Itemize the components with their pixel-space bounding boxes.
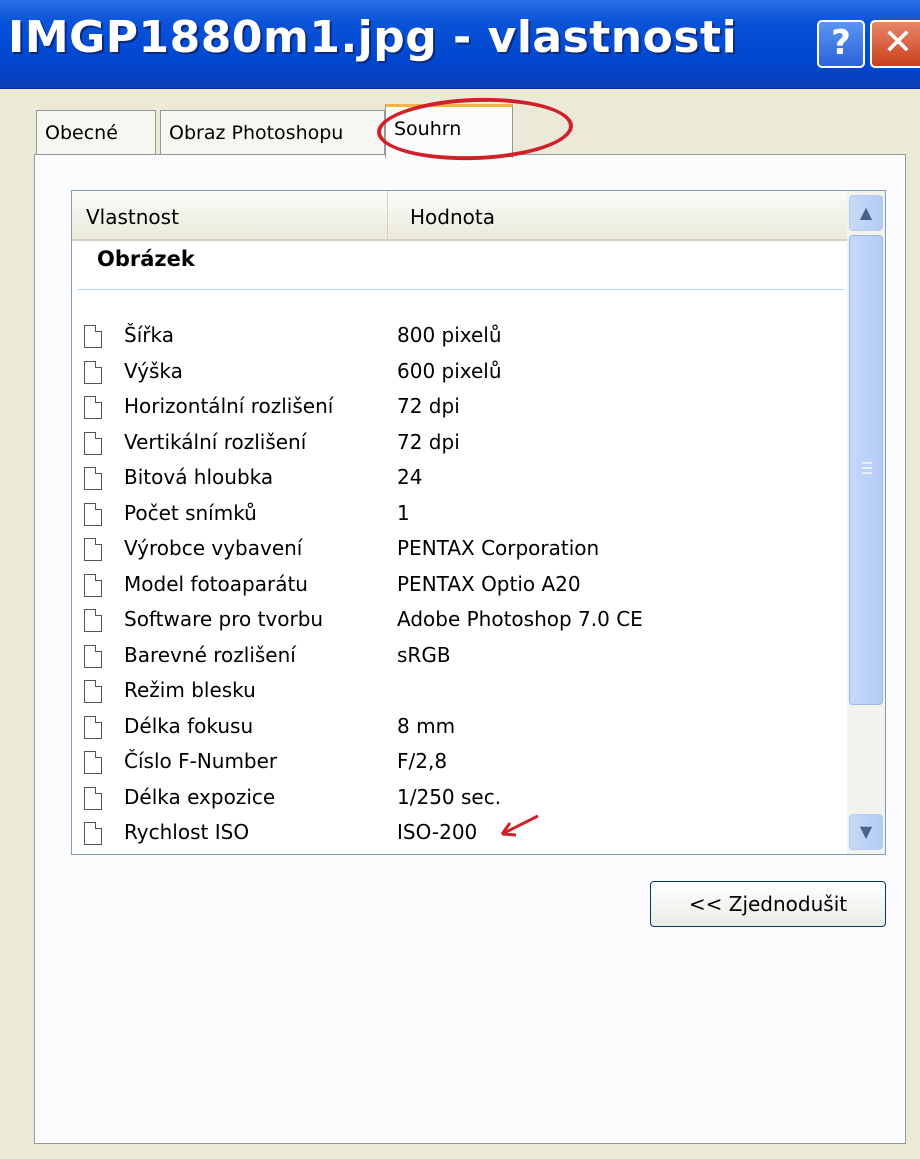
vertical-scrollbar[interactable]: ▲ ▼ — [847, 191, 885, 854]
document-icon — [84, 680, 102, 703]
property-value: sRGB — [397, 642, 451, 667]
scroll-up-button[interactable]: ▲ — [849, 195, 883, 231]
table-row[interactable]: Režim měřeníVzorek — [72, 852, 847, 855]
property-value: 72 dpi — [397, 429, 460, 454]
document-icon — [84, 644, 102, 668]
scroll-thumb[interactable] — [849, 235, 883, 705]
properties-list[interactable]: Vlastnost Hodnota Obrázek Šířka 800 pixel… — [71, 190, 886, 855]
property-name: Délka fokusu — [124, 713, 254, 738]
property-name: Barevné rozlišení — [124, 642, 296, 667]
title-bar: IMGP1880m1.jpg - vlastnosti ? ✕ — [0, 0, 920, 89]
property-name: Šířka — [124, 323, 174, 347]
table-row[interactable]: Výrobce vybavení PENTAX Corporation — [72, 532, 847, 568]
document-icon — [84, 786, 102, 810]
list-header: Vlastnost Hodnota — [72, 191, 847, 241]
document-icon — [84, 396, 102, 419]
column-header-value[interactable]: Hodnota — [388, 191, 847, 239]
property-value: PENTAX Optio A20 — [397, 571, 581, 596]
tab-general[interactable]: Obecné — [36, 110, 156, 156]
table-row[interactable]: Délka expozice 1/250 sec. — [72, 781, 847, 817]
rows-container: Šířka 800 pixelů Výška 600 pixelů Horizontál… — [72, 319, 847, 855]
property-name: Horizontální rozlišení — [124, 394, 334, 418]
property-value: 1 — [397, 500, 410, 525]
property-value: 1/250 sec. — [397, 784, 502, 809]
table-row[interactable]: Výška 600 pixelů — [72, 355, 847, 391]
document-icon — [84, 431, 102, 455]
property-value: 800 pixelů — [397, 323, 502, 347]
document-icon — [84, 715, 102, 739]
table-row[interactable]: Délka fokusu 8 mm — [72, 710, 847, 746]
property-name: Režim blesku — [124, 678, 256, 702]
annotation-arrow — [500, 814, 539, 837]
document-icon — [84, 360, 102, 384]
close-button[interactable]: ✕ — [870, 20, 920, 68]
table-row[interactable]: Horizontální rozlišení 72 dpi — [72, 390, 847, 426]
table-row[interactable]: Bitová hloubka 24 — [72, 461, 847, 497]
property-value: 600 pixelů — [397, 358, 502, 383]
table-row[interactable]: Model fotoaparátu PENTAX Optio A20 — [72, 568, 847, 604]
table-row[interactable]: Režim blesku — [72, 674, 847, 710]
help-button[interactable]: ? — [817, 20, 865, 68]
property-name: Software pro tvorbu — [124, 607, 324, 631]
document-icon — [84, 573, 102, 597]
property-value: Adobe Photoshop 7.0 CE — [397, 607, 643, 631]
property-value: 24 — [397, 465, 423, 489]
property-value: 8 mm — [397, 713, 456, 738]
property-name: Délka expozice — [124, 784, 276, 809]
tab-photoshop-image[interactable]: Obraz Photoshopu — [160, 110, 385, 156]
property-name: Vertikální rozlišení — [124, 429, 307, 454]
document-icon — [84, 751, 102, 774]
document-icon — [84, 609, 102, 632]
group-divider — [78, 289, 844, 290]
document-icon — [84, 502, 102, 526]
property-name: Počet snímků — [124, 500, 257, 525]
simplify-button[interactable]: << Zjednodušit — [650, 881, 886, 927]
property-name: Výška — [124, 358, 183, 383]
property-name: Model fotoaparátu — [124, 571, 308, 596]
document-icon — [84, 822, 102, 845]
property-value: 72 dpi — [397, 394, 460, 418]
group-header: Obrázek — [97, 247, 195, 271]
column-header-property[interactable]: Vlastnost — [72, 191, 388, 239]
document-icon — [84, 538, 102, 561]
property-value: ISO-200 — [397, 820, 478, 844]
scroll-down-button[interactable]: ▼ — [849, 814, 883, 850]
property-name: Rychlost ISO — [124, 820, 250, 844]
document-icon — [84, 325, 102, 348]
table-row[interactable]: Rychlost ISO ISO-200 — [72, 816, 847, 852]
table-row[interactable]: Číslo F-Number F/2,8 — [72, 745, 847, 781]
table-row[interactable]: Barevné rozlišení sRGB — [72, 639, 847, 675]
window-title: IMGP1880m1.jpg - vlastnosti — [8, 12, 738, 63]
table-row[interactable]: Počet snímků 1 — [72, 497, 847, 533]
property-name: Číslo F-Number — [124, 749, 278, 773]
property-value: F/2,8 — [397, 749, 448, 773]
property-name: Bitová hloubka — [124, 465, 274, 489]
property-value: PENTAX Corporation — [397, 536, 600, 560]
table-row[interactable]: Vertikální rozlišení 72 dpi — [72, 426, 847, 462]
table-row[interactable]: Šířka 800 pixelů — [72, 319, 847, 355]
grip-icon — [862, 462, 872, 474]
table-row[interactable]: Software pro tvorbu Adobe Photoshop 7.0 C… — [72, 603, 847, 639]
document-icon — [84, 467, 102, 490]
property-name: Výrobce vybavení — [124, 536, 303, 560]
